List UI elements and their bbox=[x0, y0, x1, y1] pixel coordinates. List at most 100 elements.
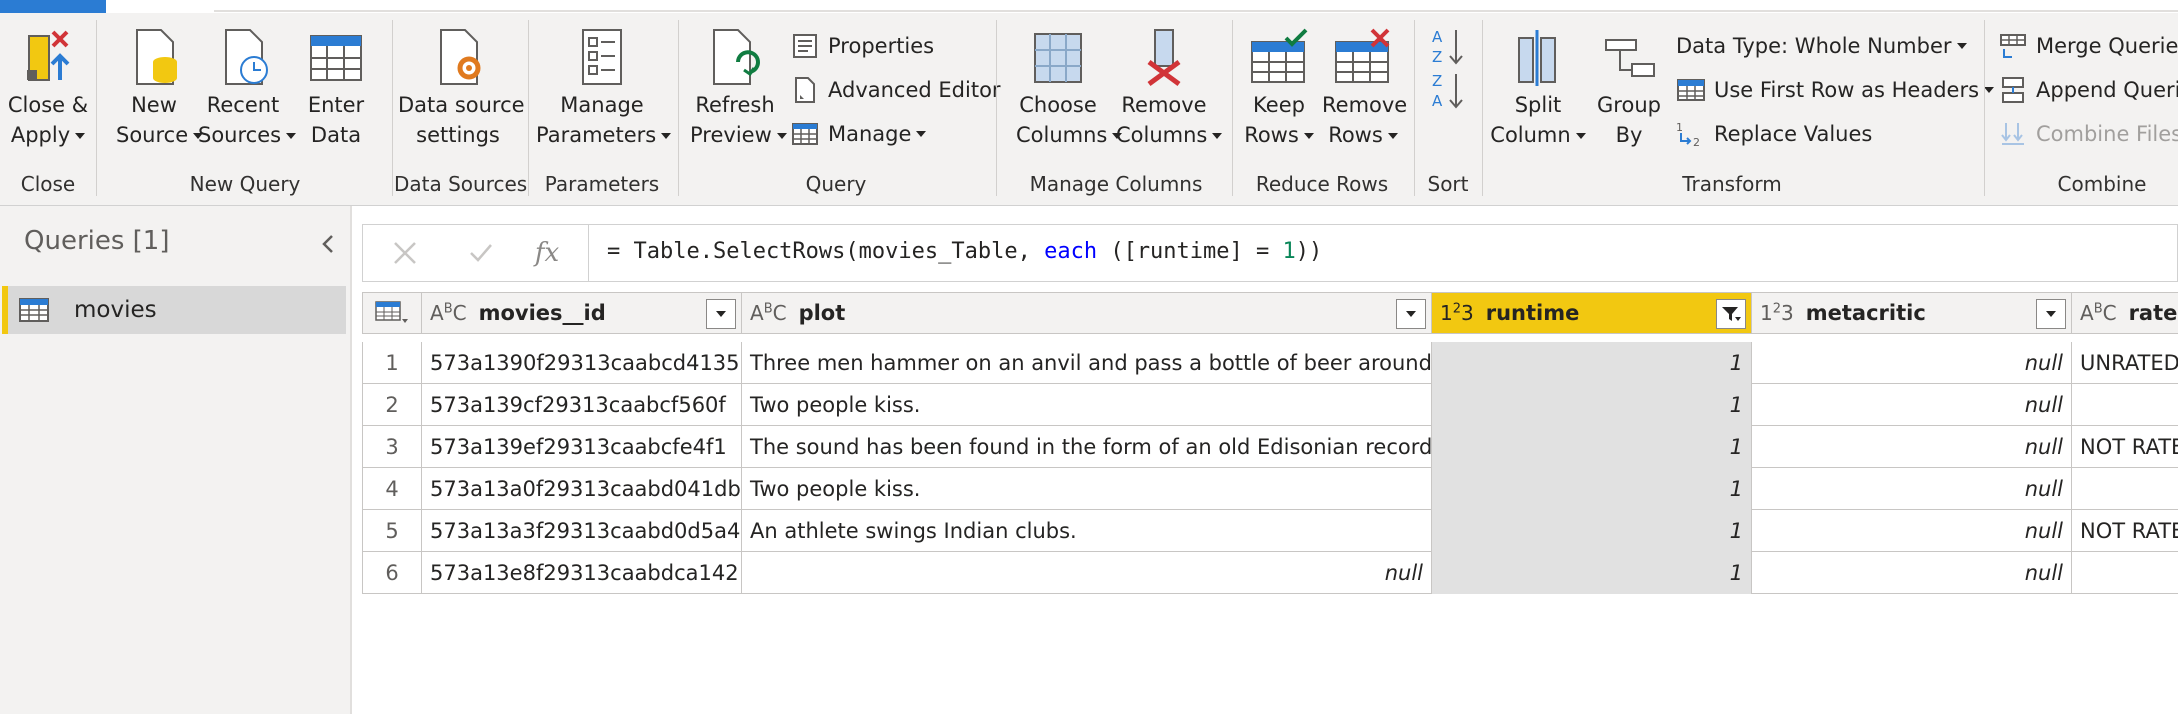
column-header-plot[interactable]: ABC plot bbox=[742, 292, 1432, 334]
cell-plot[interactable]: Two people kiss. bbox=[742, 384, 1432, 426]
cell-runtime[interactable]: 1 bbox=[1432, 342, 1752, 384]
append-queries-button[interactable]: Append Querie bbox=[1998, 72, 2178, 108]
cell-metacritic[interactable]: null bbox=[1752, 468, 2072, 510]
replace-values-button[interactable]: 12 Replace Values bbox=[1676, 116, 1872, 152]
cell-plot[interactable]: null bbox=[742, 552, 1432, 594]
chevron-left-icon[interactable] bbox=[316, 232, 340, 256]
keep-rows-button[interactable]: Keep Rows bbox=[1244, 26, 1314, 150]
column-filter-button[interactable] bbox=[706, 299, 736, 329]
use-first-row-label: Use First Row as Headers bbox=[1714, 78, 1980, 102]
manage-label: Manage bbox=[828, 122, 912, 146]
cell-plot[interactable]: The sound has been found in the form of … bbox=[742, 426, 1432, 468]
remove-columns-label-2: Columns bbox=[1116, 123, 1208, 147]
close-apply-button[interactable]: Close & Apply bbox=[4, 26, 92, 150]
row-number[interactable]: 3 bbox=[362, 426, 422, 468]
group-by-button[interactable]: Group By bbox=[1594, 26, 1664, 150]
data-source-settings-button[interactable]: Data source settings bbox=[398, 26, 525, 150]
cell-plot[interactable]: Two people kiss. bbox=[742, 468, 1432, 510]
sort-ascending-icon[interactable]: AZ bbox=[1430, 26, 1466, 66]
cell-rated[interactable] bbox=[2072, 552, 2178, 594]
group-by-label-2: By bbox=[1615, 123, 1643, 147]
cell-runtime[interactable]: 1 bbox=[1432, 384, 1752, 426]
advanced-editor-icon bbox=[795, 77, 815, 103]
cell-metacritic[interactable]: null bbox=[1752, 342, 2072, 384]
cell-runtime[interactable]: 1 bbox=[1432, 510, 1752, 552]
append-queries-label: Append Querie bbox=[2036, 78, 2178, 102]
group-label-new-query: New Query bbox=[189, 172, 301, 196]
cell-movies-id[interactable]: 573a13a3f29313caabd0d5a4 bbox=[422, 510, 742, 552]
remove-rows-label-2: Rows bbox=[1328, 123, 1383, 147]
cell-movies-id[interactable]: 573a139ef29313caabcfe4f1 bbox=[422, 426, 742, 468]
data-source-settings-label-1: Data source bbox=[398, 93, 525, 117]
advanced-editor-button[interactable]: Advanced Editor bbox=[790, 72, 1001, 108]
sort-descending-icon[interactable]: ZA bbox=[1430, 70, 1466, 110]
cell-metacritic[interactable]: null bbox=[1752, 426, 2072, 468]
use-first-row-headers-button[interactable]: Use First Row as Headers bbox=[1676, 72, 1995, 108]
remove-columns-button[interactable]: Remove Columns bbox=[1116, 26, 1223, 150]
combine-files-button[interactable]: Combine Files bbox=[1998, 116, 2178, 152]
new-source-button[interactable]: New Source bbox=[116, 26, 204, 150]
new-source-icon bbox=[136, 29, 177, 85]
row-number[interactable]: 5 bbox=[362, 510, 422, 552]
query-item-movies[interactable]: movies bbox=[2, 286, 346, 334]
table-row: 2 573a139cf29313caabcf560f Two people ki… bbox=[362, 384, 2178, 426]
cell-runtime[interactable]: 1 bbox=[1432, 468, 1752, 510]
split-column-button[interactable]: Split Column bbox=[1490, 26, 1586, 150]
chevron-down-icon bbox=[1575, 133, 1586, 139]
file-tab[interactable] bbox=[0, 0, 106, 13]
choose-columns-button[interactable]: Choose Columns bbox=[1016, 26, 1123, 150]
properties-button[interactable]: Properties bbox=[790, 28, 934, 64]
cell-rated[interactable]: UNRATED bbox=[2072, 342, 2178, 384]
cell-runtime[interactable]: 1 bbox=[1432, 426, 1752, 468]
table-row: 6 573a13e8f29313caabdca142 null 1 null bbox=[362, 552, 2178, 594]
cell-rated[interactable] bbox=[2072, 384, 2178, 426]
remove-rows-button[interactable]: Remove Rows bbox=[1322, 26, 1407, 150]
row-number[interactable]: 1 bbox=[362, 342, 422, 384]
merge-queries-button[interactable]: Merge Queries bbox=[1998, 28, 2178, 64]
refresh-preview-button[interactable]: Refresh Preview bbox=[690, 26, 787, 150]
chevron-down-icon bbox=[1387, 133, 1398, 139]
cell-movies-id[interactable]: 573a1390f29313caabcd4135 bbox=[422, 342, 742, 384]
row-number[interactable]: 2 bbox=[362, 384, 422, 426]
column-filter-button-active[interactable] bbox=[1716, 299, 1746, 329]
row-number[interactable]: 6 bbox=[362, 552, 422, 594]
cell-metacritic[interactable]: null bbox=[1752, 510, 2072, 552]
cell-rated[interactable] bbox=[2072, 468, 2178, 510]
row-number[interactable]: 4 bbox=[362, 468, 422, 510]
formula-input[interactable]: = Table.SelectRows(movies_Table, each ([… bbox=[607, 239, 1322, 264]
replace-values-label: Replace Values bbox=[1714, 122, 1873, 146]
cell-metacritic[interactable]: null bbox=[1752, 384, 2072, 426]
recent-sources-button[interactable]: Recent Sources bbox=[198, 26, 297, 150]
split-column-label-2: Column bbox=[1490, 123, 1571, 147]
formula-buttons: fx bbox=[363, 225, 589, 281]
cell-movies-id[interactable]: 573a13a0f29313caabd041db bbox=[422, 468, 742, 510]
combine-files-icon bbox=[2001, 123, 2024, 145]
manage-parameters-button[interactable]: Manage Parameters bbox=[536, 26, 672, 150]
column-filter-button[interactable] bbox=[2036, 299, 2066, 329]
cell-rated[interactable]: NOT RATE bbox=[2072, 510, 2178, 552]
cancel-formula-button[interactable] bbox=[387, 235, 423, 271]
data-type-dropdown[interactable]: Data Type: Whole Number bbox=[1676, 28, 1967, 64]
table-menu-button[interactable] bbox=[362, 292, 422, 334]
group-separator bbox=[1984, 20, 1985, 196]
column-header-rated[interactable]: ABC rated bbox=[2072, 292, 2178, 334]
manage-button[interactable]: Manage bbox=[790, 116, 927, 152]
commit-formula-button[interactable] bbox=[463, 235, 499, 271]
cell-movies-id[interactable]: 573a13e8f29313caabdca142 bbox=[422, 552, 742, 594]
insert-function-button[interactable]: fx bbox=[529, 235, 565, 271]
cell-metacritic[interactable]: null bbox=[1752, 552, 2072, 594]
text-type-icon: ABC bbox=[430, 301, 467, 325]
column-header-metacritic[interactable]: 123 metacritic bbox=[1752, 292, 2072, 334]
enter-data-button[interactable]: Enter Data bbox=[298, 26, 374, 150]
cell-movies-id[interactable]: 573a139cf29313caabcf560f bbox=[422, 384, 742, 426]
column-filter-button[interactable] bbox=[1396, 299, 1426, 329]
ribbon-tab-strip bbox=[0, 0, 2178, 13]
column-header-movies-id[interactable]: ABC movies__id bbox=[422, 292, 742, 334]
cell-plot[interactable]: An athlete swings Indian clubs. bbox=[742, 510, 1432, 552]
cell-plot[interactable]: Three men hammer on an anvil and pass a … bbox=[742, 342, 1432, 384]
chevron-down-icon bbox=[661, 133, 672, 139]
cell-runtime[interactable]: 1 bbox=[1432, 552, 1752, 594]
group-by-icon bbox=[1605, 39, 1655, 77]
column-header-runtime[interactable]: 123 runtime bbox=[1432, 292, 1752, 334]
cell-rated[interactable]: NOT RATE bbox=[2072, 426, 2178, 468]
